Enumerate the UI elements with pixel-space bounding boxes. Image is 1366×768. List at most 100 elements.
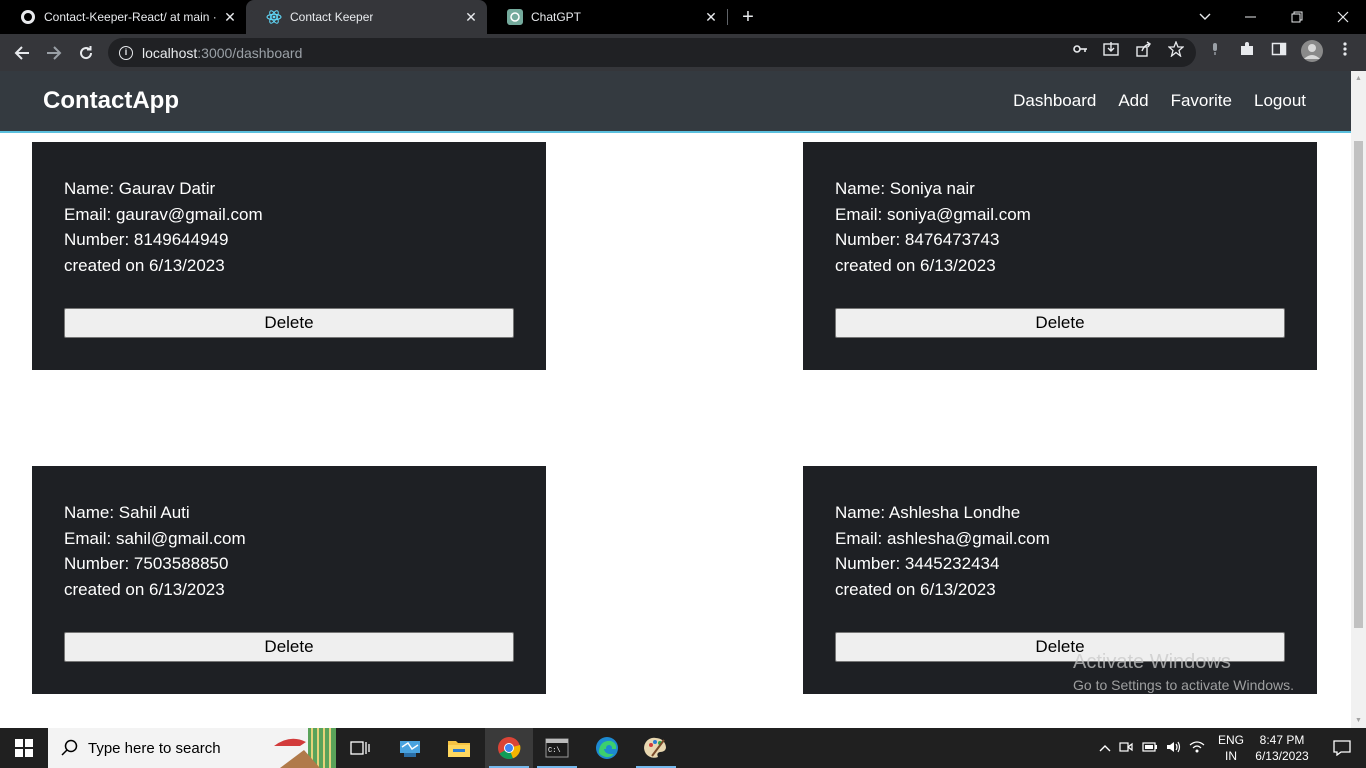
close-window-button[interactable] <box>1320 0 1366 34</box>
region-code: IN <box>1225 749 1237 763</box>
contact-name: Name: Gaurav Datir <box>64 179 216 198</box>
contact-created: created on 6/13/2023 <box>64 579 225 599</box>
task-view-icon[interactable] <box>336 728 384 768</box>
chrome-icon[interactable] <box>485 728 533 768</box>
language-code: ENG <box>1217 733 1244 747</box>
nav-favorite[interactable]: Favorite <box>1171 91 1232 111</box>
browser-menu-icon[interactable] <box>1337 41 1353 57</box>
chatgpt-icon <box>507 9 523 25</box>
watermark-title: Activate Windows <box>1073 651 1231 673</box>
contact-email: Email: ashlesha@gmail.com <box>835 528 1050 548</box>
windows-start-button[interactable] <box>0 728 48 768</box>
contact-created: created on 6/13/2023 <box>64 255 225 275</box>
file-explorer-icon[interactable] <box>435 728 483 768</box>
tab-separator <box>727 9 728 25</box>
delete-button[interactable]: Delete <box>64 632 514 662</box>
clock-date: 6/13/2023 <box>1255 749 1309 763</box>
share-icon[interactable] <box>1136 41 1152 57</box>
tab-chatgpt[interactable]: ChatGPT ✕ <box>487 0 727 34</box>
nav-links: Dashboard Add Favorite Logout <box>991 91 1306 111</box>
site-info-icon[interactable]: i <box>119 45 133 60</box>
extensions-puzzle-icon[interactable] <box>1239 41 1255 57</box>
new-tab-button[interactable]: + <box>738 6 758 28</box>
url-text: localhost:3000/dashboard <box>142 44 303 61</box>
activate-windows-watermark: Activate Windows Go to Settings to activ… <box>1073 651 1294 693</box>
contact-email: Email: sahil@gmail.com <box>64 528 246 548</box>
reload-button[interactable] <box>73 40 99 66</box>
back-button[interactable] <box>9 40 35 66</box>
contact-created: created on 6/13/2023 <box>835 579 996 599</box>
volume-icon[interactable] <box>1162 740 1186 757</box>
contact-card: Name: Gaurav Datir Email: gaurav@gmail.c… <box>32 142 546 370</box>
address-bar[interactable]: i localhost:3000/dashboard <box>108 38 1196 67</box>
meet-now-icon[interactable] <box>1114 740 1138 757</box>
svg-text:C:\: C:\ <box>548 747 561 755</box>
bookmark-star-icon[interactable] <box>1168 41 1184 57</box>
battery-icon[interactable] <box>1138 741 1162 755</box>
brand-logo[interactable]: ContactApp <box>43 87 179 115</box>
system-tray <box>1096 728 1208 768</box>
app-icon[interactable] <box>386 728 434 768</box>
tab-title: ChatGPT <box>531 10 582 24</box>
nav-add[interactable]: Add <box>1118 91 1148 111</box>
scroll-thumb[interactable] <box>1354 141 1363 628</box>
minimize-button[interactable] <box>1228 0 1274 34</box>
contact-email: Email: soniya@gmail.com <box>835 204 1031 224</box>
tab-title: Contact Keeper <box>290 10 374 24</box>
notification-icon[interactable] <box>1318 728 1366 768</box>
contact-number: Number: 7503588850 <box>64 554 229 574</box>
clock-time: 8:47 PM <box>1259 733 1305 747</box>
close-icon[interactable]: ✕ <box>463 9 479 25</box>
key-icon[interactable] <box>1072 41 1088 57</box>
github-icon <box>20 9 36 25</box>
contact-created: created on 6/13/2023 <box>835 255 996 275</box>
nav-logout[interactable]: Logout <box>1254 91 1306 111</box>
scroll-up-icon[interactable]: ▲ <box>1354 74 1363 83</box>
page-scrollbar[interactable]: ▲ ▼ <box>1351 71 1366 728</box>
paint-icon[interactable] <box>632 728 680 768</box>
forward-button[interactable] <box>41 40 67 66</box>
watermark-subtitle: Go to Settings to activate Windows. <box>1073 677 1294 693</box>
page-viewport: ContactApp Dashboard Add Favorite Logout… <box>0 71 1351 728</box>
browser-toolbar: i localhost:3000/dashboard <box>0 34 1366 71</box>
scroll-down-icon[interactable]: ▼ <box>1354 716 1363 725</box>
wifi-icon[interactable] <box>1186 740 1208 757</box>
browser-tab-strip: Contact-Keeper-React/ at main · ✕ Contac… <box>0 0 1366 34</box>
edge-icon[interactable] <box>583 728 631 768</box>
taskbar-clock[interactable]: 8:47 PM 6/13/2023 <box>1250 732 1314 764</box>
contact-card: Name: Sahil Auti Email: sahil@gmail.com … <box>32 466 546 694</box>
close-icon[interactable]: ✕ <box>703 9 719 25</box>
extension-mic-icon[interactable] <box>1207 41 1223 57</box>
contact-name: Name: Sahil Auti <box>64 503 190 522</box>
profile-avatar[interactable] <box>1300 39 1324 63</box>
side-panel-icon[interactable] <box>1271 41 1287 57</box>
search-highlight-icon <box>260 728 336 768</box>
contact-info: Name: Ashlesha Londhe Email: ashlesha@gm… <box>835 500 1050 602</box>
app-navbar: ContactApp Dashboard Add Favorite Logout <box>0 71 1351 133</box>
search-placeholder: Type here to search <box>88 739 221 757</box>
contact-info: Name: Soniya nair Email: soniya@gmail.co… <box>835 176 1031 278</box>
delete-button[interactable]: Delete <box>64 308 514 338</box>
terminal-icon[interactable]: C:\ <box>533 728 581 768</box>
tab-contact-keeper[interactable]: Contact Keeper ✕ <box>246 0 487 34</box>
contact-email: Email: gaurav@gmail.com <box>64 204 263 224</box>
delete-button[interactable]: Delete <box>835 308 1285 338</box>
search-icon <box>61 739 78 756</box>
contact-info: Name: Sahil Auti Email: sahil@gmail.com … <box>64 500 246 602</box>
tab-search-button[interactable] <box>1182 0 1228 34</box>
restore-button[interactable] <box>1274 0 1320 34</box>
nav-dashboard[interactable]: Dashboard <box>1013 91 1096 111</box>
taskbar-search[interactable]: Type here to search <box>48 728 336 768</box>
chevron-up-icon[interactable] <box>1096 741 1114 755</box>
contact-card: Name: Soniya nair Email: soniya@gmail.co… <box>803 142 1317 370</box>
install-icon[interactable] <box>1103 41 1119 57</box>
contact-number: Number: 8476473743 <box>835 230 1000 250</box>
contact-info: Name: Gaurav Datir Email: gaurav@gmail.c… <box>64 176 263 278</box>
contact-name: Name: Soniya nair <box>835 179 975 198</box>
close-icon[interactable]: ✕ <box>222 9 238 25</box>
windows-taskbar: Type here to search C:\ ENG IN 8:47 PM 6… <box>0 728 1366 768</box>
contact-number: Number: 3445232434 <box>835 554 1000 574</box>
tab-github[interactable]: Contact-Keeper-React/ at main · ✕ <box>0 0 246 34</box>
react-icon <box>266 9 282 25</box>
language-indicator[interactable]: ENG IN <box>1216 732 1246 764</box>
